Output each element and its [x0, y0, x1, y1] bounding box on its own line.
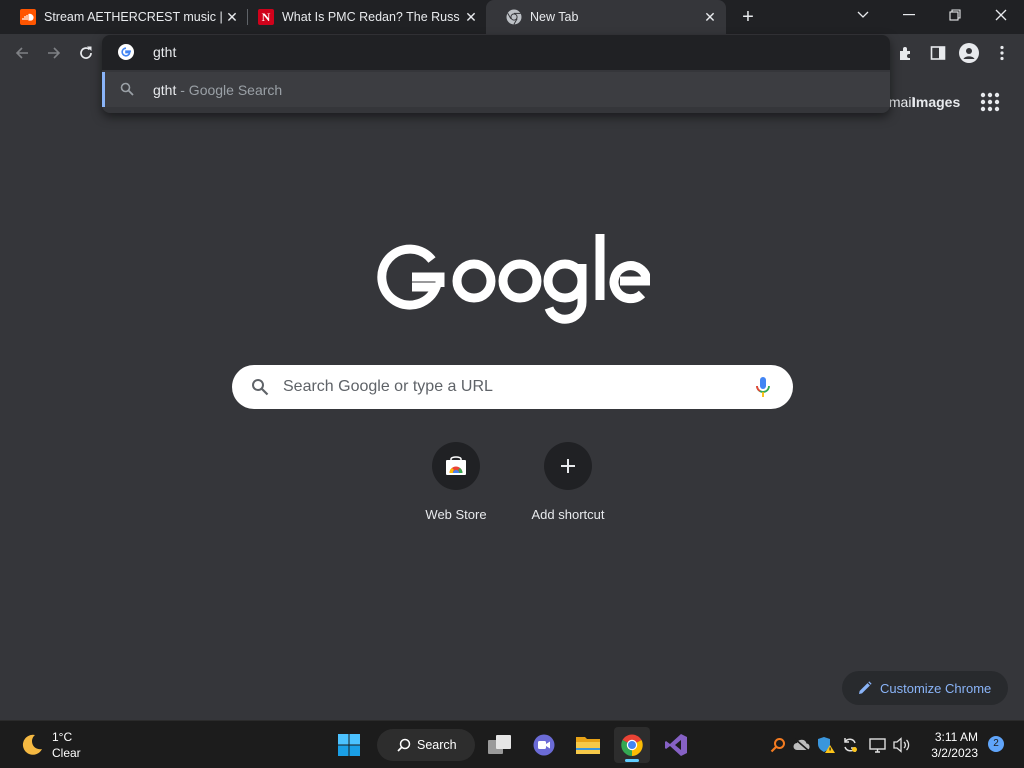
google-apps-icon[interactable]	[980, 92, 1000, 112]
close-window-button[interactable]	[988, 4, 1014, 26]
shortcut-label: Web Store	[425, 507, 487, 522]
magnifier-icon	[770, 738, 785, 753]
start-button[interactable]	[331, 727, 367, 763]
suggestion-suffix: - Google Search	[176, 82, 283, 98]
visual-studio-icon	[665, 734, 687, 756]
plus-icon	[561, 459, 575, 473]
newsweek-icon: N	[258, 9, 274, 25]
sync-icon	[844, 738, 857, 752]
tab-search-icon[interactable]	[850, 4, 876, 26]
search-icon	[252, 379, 269, 396]
cloud-offline-icon	[793, 738, 810, 752]
shortcut-web-store[interactable]: Web Store	[400, 442, 512, 532]
voice-search-mic-icon[interactable]	[755, 376, 771, 398]
folder-icon	[576, 737, 600, 754]
tab-newsweek[interactable]: N What Is PMC Redan? The Russian ✕	[238, 0, 486, 34]
search-icon	[120, 82, 134, 96]
search-magnifier-tray-icon[interactable]	[768, 735, 788, 755]
taskbar-search-label: Search	[417, 738, 457, 752]
teams-chat-icon	[533, 734, 555, 756]
back-button[interactable]	[10, 41, 34, 65]
google-logo	[377, 234, 650, 324]
file-explorer-button[interactable]	[570, 727, 606, 763]
moon-weather-icon[interactable]	[20, 733, 44, 757]
omnibox-text[interactable]: gtht	[153, 44, 176, 60]
network-icon[interactable]	[868, 735, 888, 755]
chrome-icon	[506, 9, 522, 25]
close-icon[interactable]: ✕	[463, 9, 479, 25]
taskbar-search-button[interactable]: Search	[377, 729, 475, 761]
menu-kebab-icon[interactable]	[991, 42, 1013, 64]
omnibox[interactable]: gtht gtht - Google Search	[102, 35, 890, 113]
chrome-taskbar-button[interactable]	[614, 727, 650, 763]
tab-title: What Is PMC Redan? The Russian	[282, 10, 460, 24]
minimize-button[interactable]	[896, 4, 922, 26]
teams-chat-button[interactable]	[526, 727, 562, 763]
tab-title: Stream AETHERCREST music | Listen	[44, 10, 222, 24]
tab-strip: Stream AETHERCREST music | Listen ✕ N Wh…	[0, 0, 1024, 34]
notification-badge[interactable]: 2	[988, 736, 1004, 752]
profile-avatar-icon[interactable]	[958, 42, 980, 64]
speaker-icon	[893, 737, 910, 753]
security-warning-icon[interactable]	[816, 735, 836, 755]
shortcut-add[interactable]: Add shortcut	[512, 442, 624, 532]
restore-button[interactable]	[942, 4, 968, 26]
onedrive-icon[interactable]	[792, 735, 812, 755]
clock-date[interactable]: 3/2/2023	[920, 746, 978, 760]
pencil-icon	[859, 681, 872, 694]
chrome-icon	[621, 734, 643, 756]
soundcloud-icon	[20, 9, 36, 25]
tab-title: New Tab	[530, 10, 579, 24]
shortcut-label: Add shortcut	[531, 507, 605, 522]
google-g-icon	[118, 44, 134, 60]
omnibox-suggestion[interactable]: gtht - Google Search	[102, 72, 890, 107]
windows-logo-icon	[338, 734, 360, 756]
weather-temperature[interactable]: 1°C	[52, 730, 72, 744]
side-panel-icon[interactable]	[927, 42, 949, 64]
task-view-icon	[488, 735, 511, 754]
tab-new-tab[interactable]: New Tab ✕	[486, 0, 726, 34]
new-tab-button[interactable]: +	[737, 6, 759, 28]
reload-button[interactable]	[74, 41, 98, 65]
shortcut-tile[interactable]	[432, 442, 480, 490]
chrome-active-indicator	[625, 759, 639, 762]
customize-chrome-label: Customize Chrome	[880, 680, 992, 696]
extensions-icon[interactable]	[895, 42, 917, 64]
suggestion-query: gtht	[153, 82, 177, 98]
search-icon	[397, 738, 411, 752]
search-placeholder[interactable]: Search Google or type a URL	[283, 378, 493, 396]
task-view-button[interactable]	[482, 727, 518, 763]
close-icon[interactable]: ✕	[702, 9, 718, 25]
ntp-search-box[interactable]: Search Google or type a URL	[232, 365, 793, 409]
windows-taskbar: 1°C Clear Search 3:11 AM 3/2/2023 2	[0, 720, 1024, 768]
tab-soundcloud[interactable]: Stream AETHERCREST music | Listen ✕	[0, 0, 246, 34]
forward-button[interactable]	[42, 41, 66, 65]
customize-chrome-button[interactable]: Customize Chrome	[842, 671, 1008, 705]
update-sync-icon[interactable]	[840, 735, 860, 755]
visual-studio-button[interactable]	[658, 727, 694, 763]
monitor-network-icon	[869, 738, 886, 753]
suggestion-text: gtht - Google Search	[153, 82, 282, 98]
omnibox-input-row[interactable]: gtht	[102, 35, 890, 70]
clock-time[interactable]: 3:11 AM	[920, 730, 978, 744]
images-link[interactable]: Images	[912, 94, 960, 110]
web-store-icon	[446, 456, 466, 475]
shortcut-tile[interactable]	[544, 442, 592, 490]
shield-warning-icon	[818, 737, 835, 753]
volume-icon[interactable]	[892, 735, 912, 755]
weather-condition[interactable]: Clear	[52, 746, 81, 760]
